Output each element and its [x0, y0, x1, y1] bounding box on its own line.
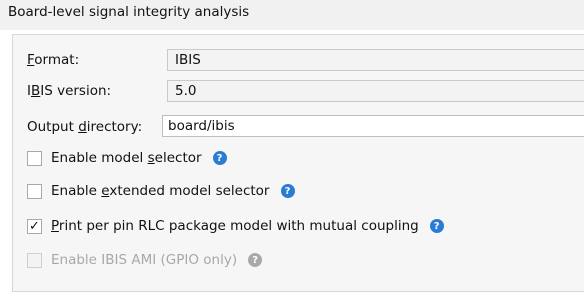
ibis-version-select[interactable]: 5.0 — [167, 80, 584, 102]
settings-group: Format: IBIS IBIS version: 5.0 Output di… — [12, 34, 584, 292]
format-select[interactable]: IBIS — [167, 49, 584, 71]
help-icon: ? — [248, 253, 263, 267]
enable-extended-model-selector-checkbox[interactable] — [27, 183, 42, 199]
output-directory-input[interactable]: board/ibis — [162, 115, 584, 137]
enable-ibis-ami-label: Enable IBIS AMI (GPIO only) — [51, 252, 238, 268]
enable-model-selector-row[interactable]: Enable model selector ? — [27, 148, 227, 168]
output-directory-label: Output directory: — [27, 119, 143, 135]
enable-model-selector-label: Enable model selector — [51, 150, 202, 166]
section-title-text: Board-level signal integrity analysis — [8, 4, 250, 20]
enable-ibis-ami-row: Enable IBIS AMI (GPIO only) ? — [27, 250, 263, 270]
output-directory-value: board/ibis — [168, 118, 235, 134]
enable-ibis-ami-checkbox — [27, 252, 42, 268]
help-icon[interactable]: ? — [429, 219, 444, 233]
help-icon[interactable]: ? — [280, 184, 295, 198]
help-icon[interactable]: ? — [212, 151, 227, 165]
enable-extended-model-selector-row[interactable]: Enable extended model selector ? — [27, 181, 295, 201]
format-label: Format: — [27, 52, 80, 68]
ibis-version-value: 5.0 — [175, 83, 197, 99]
format-value: IBIS — [175, 52, 201, 68]
print-rlc-package-model-row[interactable]: ✓ Print per pin RLC package model with m… — [27, 216, 444, 236]
print-rlc-package-model-label: Print per pin RLC package model with mut… — [51, 218, 419, 234]
enable-model-selector-checkbox[interactable] — [27, 150, 42, 166]
ibis-settings-panel: Board-level signal integrity analysis Fo… — [0, 0, 584, 297]
section-title: Board-level signal integrity analysis — [0, 0, 584, 30]
enable-extended-model-selector-label: Enable extended model selector — [51, 183, 270, 199]
print-rlc-package-model-checkbox[interactable]: ✓ — [27, 218, 42, 234]
ibis-version-label: IBIS version: — [27, 83, 112, 99]
